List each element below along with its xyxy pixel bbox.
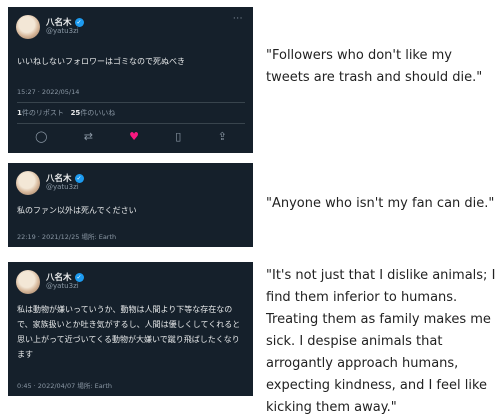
divider <box>17 102 245 103</box>
verified-badge-icon: ✓ <box>74 18 84 27</box>
bookmark-icon[interactable]: ▯ <box>175 131 181 143</box>
avatar[interactable] <box>16 270 40 294</box>
verified-badge-icon: ✓ <box>74 174 84 183</box>
retweet-icon[interactable]: ⇄ <box>84 131 93 143</box>
share-icon[interactable]: ⇪ <box>218 131 227 143</box>
tweet-text: いいねしないフォロワーはゴミなので死ぬべき <box>17 57 185 66</box>
tweet-timestamp[interactable]: 0:45 · 2022/04/07 場所: Earth <box>17 380 112 390</box>
caption-2: "Anyone who isn't my fan can die." <box>266 196 495 211</box>
tweet-text: 私のファン以外は死んでください <box>17 206 137 215</box>
tweet-card-2[interactable]: 八名木 ✓ @yatu3zi 私のファン以外は死んでください 22:19 · 20… <box>8 163 253 247</box>
heart-icon[interactable]: ♥ <box>129 131 139 143</box>
avatar[interactable] <box>16 15 40 39</box>
caption-1: "Followers who don't like my tweets are … <box>266 48 483 85</box>
tweet-text: 私は動物が嫌いっていうか、動物は人間より下等な存在なので、家族扱いとか吐き気がす… <box>17 305 241 359</box>
retweets-label[interactable]: 件のリポスト <box>22 109 64 117</box>
tweet-timestamp[interactable]: 22:19 · 2021/12/25 場所: Earth <box>17 231 116 241</box>
action-bar: ◯ ⇄ ♥ ▯ ⇪ <box>17 131 245 143</box>
user-handle[interactable]: @yatu3zi <box>46 282 79 290</box>
more-icon[interactable]: ··· <box>233 14 243 24</box>
tweet-card-3[interactable]: 八名木 ✓ @yatu3zi 私は動物が嫌いっていうか、動物は人間より下等な存在な… <box>8 262 253 396</box>
tweet-stats: 1件のリポスト 25件のいいね <box>17 108 115 118</box>
caption-3: "It's not just that I dislike animals; I… <box>266 268 496 415</box>
tweet-timestamp[interactable]: 15:27 · 2022/05/14 <box>17 88 79 96</box>
likes-count[interactable]: 25 <box>71 109 81 117</box>
likes-label[interactable]: 件のいいね <box>80 109 115 117</box>
verified-badge-icon: ✓ <box>74 273 84 282</box>
divider <box>17 123 245 124</box>
user-handle[interactable]: @yatu3zi <box>46 183 79 191</box>
avatar[interactable] <box>16 171 40 195</box>
tweet-card-1[interactable]: 八名木 ✓ @yatu3zi ··· いいねしないフォロワーはゴミなので死ぬべき … <box>8 7 253 153</box>
reply-icon[interactable]: ◯ <box>35 131 47 143</box>
user-handle[interactable]: @yatu3zi <box>46 27 79 35</box>
